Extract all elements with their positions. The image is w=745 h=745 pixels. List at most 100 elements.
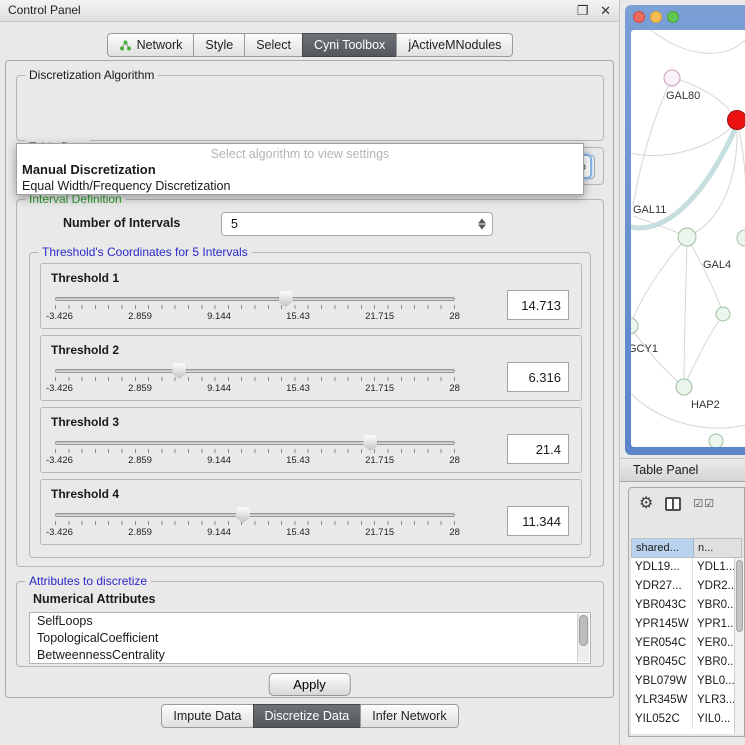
list-scrollbar[interactable]	[577, 614, 589, 662]
table-scrollbar[interactable]	[734, 558, 744, 734]
table-row[interactable]: YDL19...YDL1...	[631, 558, 742, 577]
close-icon[interactable]: ✕	[600, 3, 611, 18]
scale-label: 2.859	[128, 383, 152, 394]
slider-scale-labels: -3.4262.8599.14415.4321.71528	[46, 455, 460, 466]
table-row[interactable]: YIL052CYIL0...	[631, 710, 742, 729]
network-icon	[119, 40, 132, 51]
table-cell: YPR145W	[631, 615, 693, 634]
scale-label: 9.144	[207, 311, 231, 322]
table-cell: YBL079W	[631, 672, 693, 691]
zoom-traffic-light-icon[interactable]	[667, 11, 679, 23]
tab-label: Select	[256, 38, 291, 52]
scale-label: -3.426	[46, 527, 73, 538]
apply-button[interactable]: Apply	[268, 673, 351, 696]
table-toolbar: ⚙ ☑☑	[629, 488, 744, 530]
slider-track[interactable]	[55, 297, 455, 301]
table-row[interactable]: YDR27...YDR2...	[631, 577, 742, 596]
scale-label: 21.715	[365, 311, 394, 322]
slider-track[interactable]	[55, 513, 455, 517]
dropdown-item-equal-width[interactable]: Equal Width/Frequency Discretization	[17, 178, 583, 194]
threshold-value-field[interactable]: 11.344	[507, 506, 569, 536]
table-panel-header: Table Panel	[620, 458, 745, 482]
list-item[interactable]: SelfLoops	[30, 613, 590, 630]
threshold-panel: Threshold 2 -3.4262.8599.14415.4321.7152…	[40, 335, 582, 401]
table-body[interactable]: YDL19...YDL1...YDR27...YDR2...YBR043CYBR…	[631, 558, 742, 734]
tab-discretize-data[interactable]: Discretize Data	[253, 704, 362, 728]
thresholds-group: Threshold's Coordinates for 5 Intervals …	[29, 252, 591, 558]
scale-label: 21.715	[365, 455, 394, 466]
tab-jactivemnodules[interactable]: jActiveMNodules	[396, 33, 513, 57]
threshold-panel: Threshold 3 -3.4262.8599.14415.4321.7152…	[40, 407, 582, 473]
number-of-intervals-combobox[interactable]: 5	[221, 212, 493, 236]
node	[709, 434, 723, 447]
scale-label: 15.43	[286, 311, 310, 322]
threshold-panel: Threshold 1 -3.4262.8599.14415.4321.7152…	[40, 263, 582, 329]
tab-infer-network[interactable]: Infer Network	[360, 704, 458, 728]
gear-icon[interactable]: ⚙	[639, 495, 653, 513]
node-label: GAL4	[703, 259, 731, 271]
group-label: Discretization Algorithm	[25, 68, 158, 82]
column-header-name[interactable]: n...	[694, 539, 741, 557]
slider-track[interactable]	[55, 441, 455, 445]
control-panel: Control Panel ❐ ✕ Network Style Select C…	[0, 0, 620, 745]
scrollbar-thumb[interactable]	[736, 560, 743, 632]
threshold-value-field[interactable]: 21.4	[507, 434, 569, 464]
tab-label: Style	[205, 38, 233, 52]
float-window-icon[interactable]: ❐	[577, 3, 589, 18]
tab-cyni-toolbox[interactable]: Cyni Toolbox	[302, 33, 397, 57]
selected-node	[728, 111, 745, 130]
slider-ticks	[55, 521, 455, 525]
scale-label: 28	[449, 383, 460, 394]
tab-impute-data[interactable]: Impute Data	[161, 704, 253, 728]
tab-select[interactable]: Select	[244, 33, 303, 57]
dropdown-item-manual-discretization[interactable]: Manual Discretization	[17, 162, 583, 178]
slider-track[interactable]	[55, 369, 455, 373]
discretization-algorithm-group: Discretization Algorithm	[16, 75, 604, 141]
threshold-value-field[interactable]: 14.713	[507, 290, 569, 320]
scale-label: -3.426	[46, 311, 73, 322]
cyni-toolbox-panel: Discretization Algorithm Select algorith…	[5, 60, 614, 698]
table-row[interactable]: YBL079WYBL0...	[631, 672, 742, 691]
table-header-row: shared... n...	[631, 538, 742, 558]
select-columns-icons[interactable]: ☑☑	[693, 497, 715, 510]
attributes-group: Attributes to discretize Numerical Attri…	[16, 581, 604, 667]
table-row[interactable]: YBR045CYBR0...	[631, 653, 742, 672]
column-header-shared-name[interactable]: shared...	[632, 539, 694, 557]
node-label: GAL11	[633, 204, 666, 216]
scale-label: -3.426	[46, 455, 73, 466]
group-label: Attributes to discretize	[25, 574, 151, 588]
node	[678, 228, 696, 246]
threshold-value-field[interactable]: 6.316	[507, 362, 569, 392]
node	[737, 230, 745, 246]
threshold-slider[interactable]: -3.4262.8599.14415.4321.71528	[55, 513, 455, 538]
table-panel: ⚙ ☑☑ shared... n... YDL19...YDL1...YDR27…	[628, 487, 745, 737]
tab-network[interactable]: Network	[107, 33, 195, 57]
table-row[interactable]: YER054CYER0...	[631, 634, 742, 653]
threshold-panel: Threshold 4 -3.4262.8599.14415.4321.7152…	[40, 479, 582, 545]
group-label: Threshold's Coordinates for 5 Intervals	[38, 245, 252, 259]
table-row[interactable]: YBR043CYBR0...	[631, 596, 742, 615]
threshold-slider[interactable]: -3.4262.8599.14415.4321.71528	[55, 297, 455, 322]
list-item[interactable]: TopologicalCoefficient	[30, 630, 590, 647]
table-row[interactable]: YLR345WYLR3...	[631, 691, 742, 710]
interval-definition-group: Interval Definition Number of Intervals …	[16, 199, 604, 567]
bottom-tab-bar: Impute Data Discretize Data Infer Networ…	[0, 704, 620, 728]
threshold-slider[interactable]: -3.4262.8599.14415.4321.71528	[55, 369, 455, 394]
table-row[interactable]: YPR145WYPR1...	[631, 615, 742, 634]
threshold-slider[interactable]: -3.4262.8599.14415.4321.71528	[55, 441, 455, 466]
dropdown-placeholder-item[interactable]: Select algorithm to view settings	[17, 144, 583, 162]
columns-icon[interactable]	[665, 497, 681, 511]
scale-label: 2.859	[128, 455, 152, 466]
scrollbar-thumb[interactable]	[579, 615, 588, 646]
window-controls	[633, 11, 679, 23]
tab-style[interactable]: Style	[193, 33, 245, 57]
close-traffic-light-icon[interactable]	[633, 11, 645, 23]
scale-label: 21.715	[365, 383, 394, 394]
list-item[interactable]: BetweennessCentrality	[30, 647, 590, 664]
threshold-label: Threshold 3	[51, 415, 119, 429]
panel-title: Control Panel	[8, 3, 81, 17]
numerical-attributes-list[interactable]: SelfLoopsTopologicalCoefficientBetweenne…	[29, 612, 591, 664]
minimize-traffic-light-icon[interactable]	[650, 11, 662, 23]
network-canvas[interactable]: GAL80 GAL11 GAL4 GCY1 HAP2	[631, 30, 745, 447]
scale-label: 9.144	[207, 455, 231, 466]
